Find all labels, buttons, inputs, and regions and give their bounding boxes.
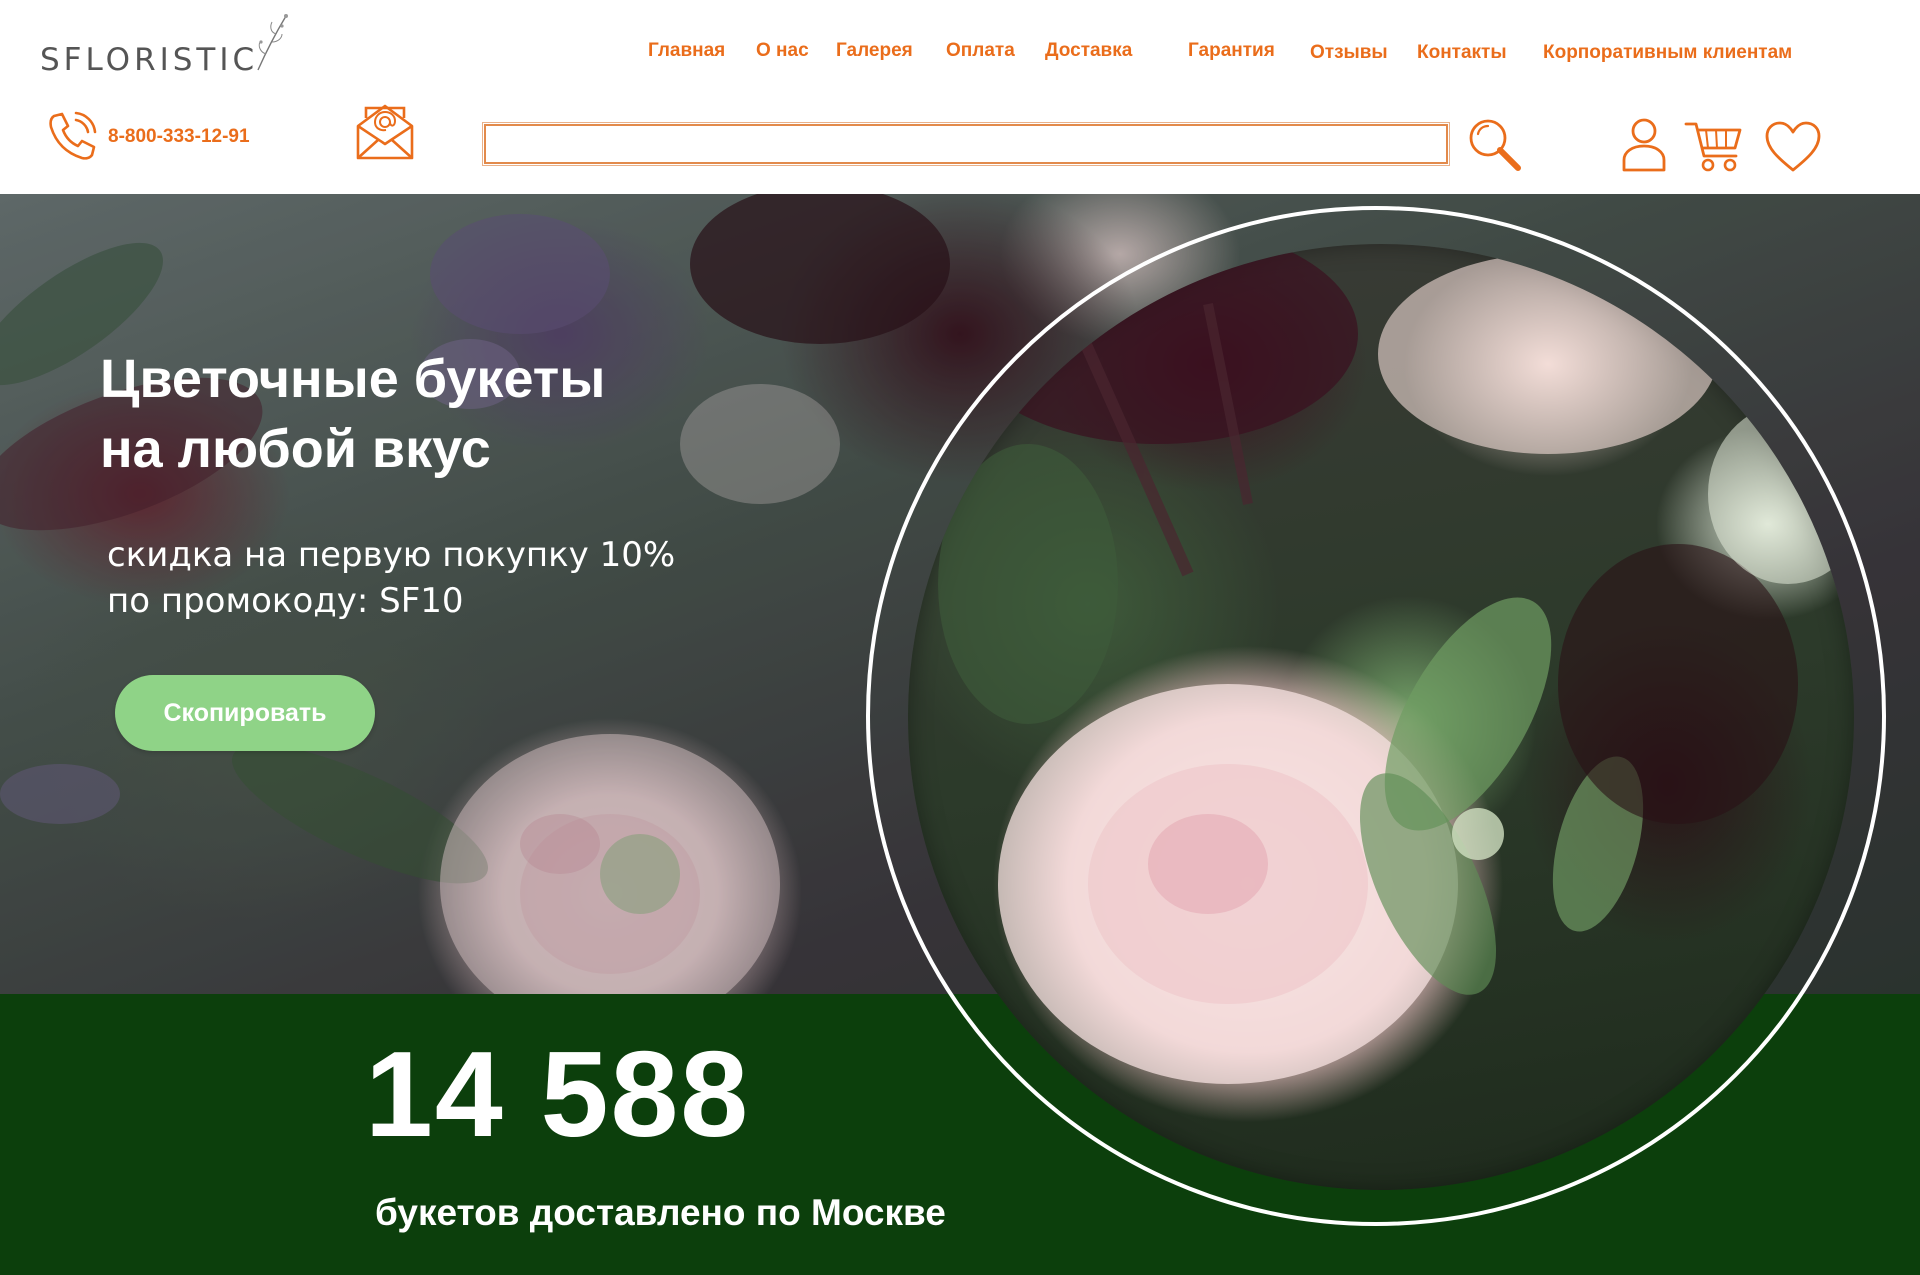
search-icon[interactable] — [1466, 116, 1524, 174]
nav-item-home[interactable]: Главная — [648, 40, 725, 62]
phone-number[interactable]: 8-800-333-12-91 — [108, 126, 250, 148]
mail-icon[interactable] — [354, 102, 416, 162]
delivered-count: 14 588 — [365, 1026, 751, 1162]
nav-item-corporate[interactable]: Корпоративным клиентам — [1543, 42, 1792, 64]
user-icon[interactable] — [1620, 116, 1668, 172]
nav-item-payment[interactable]: Оплата — [946, 40, 1015, 62]
nav-item-delivery[interactable]: Доставка — [1045, 40, 1132, 62]
bouquet-circle-image — [908, 244, 1854, 1190]
bouquet-detail-image — [938, 244, 1854, 1084]
nav-item-guarantee[interactable]: Гарантия — [1188, 40, 1275, 62]
nav-item-reviews[interactable]: Отзывы — [1310, 42, 1388, 64]
nav-item-contacts[interactable]: Контакты — [1417, 42, 1507, 64]
main-nav: Главная О нас Галерея Оплата Доставка Га… — [0, 40, 1920, 68]
cart-icon[interactable] — [1684, 118, 1744, 174]
copy-promo-button[interactable]: Скопировать — [115, 675, 375, 751]
search-input[interactable] — [482, 122, 1450, 166]
hero-subtitle: скидка на первую покупку 10% по промокод… — [107, 535, 676, 621]
heart-icon[interactable] — [1764, 120, 1822, 174]
delivered-caption: букетов доставлено по Москве — [375, 1192, 946, 1233]
phone-icon[interactable] — [46, 110, 98, 162]
nav-item-about[interactable]: О нас — [756, 40, 809, 62]
hero-title: Цветочные букеты на любой вкус — [100, 349, 606, 479]
site-header: SFLORISTIC Главная О нас Галерея Оплата … — [0, 0, 1920, 194]
nav-item-gallery[interactable]: Галерея — [836, 40, 913, 62]
